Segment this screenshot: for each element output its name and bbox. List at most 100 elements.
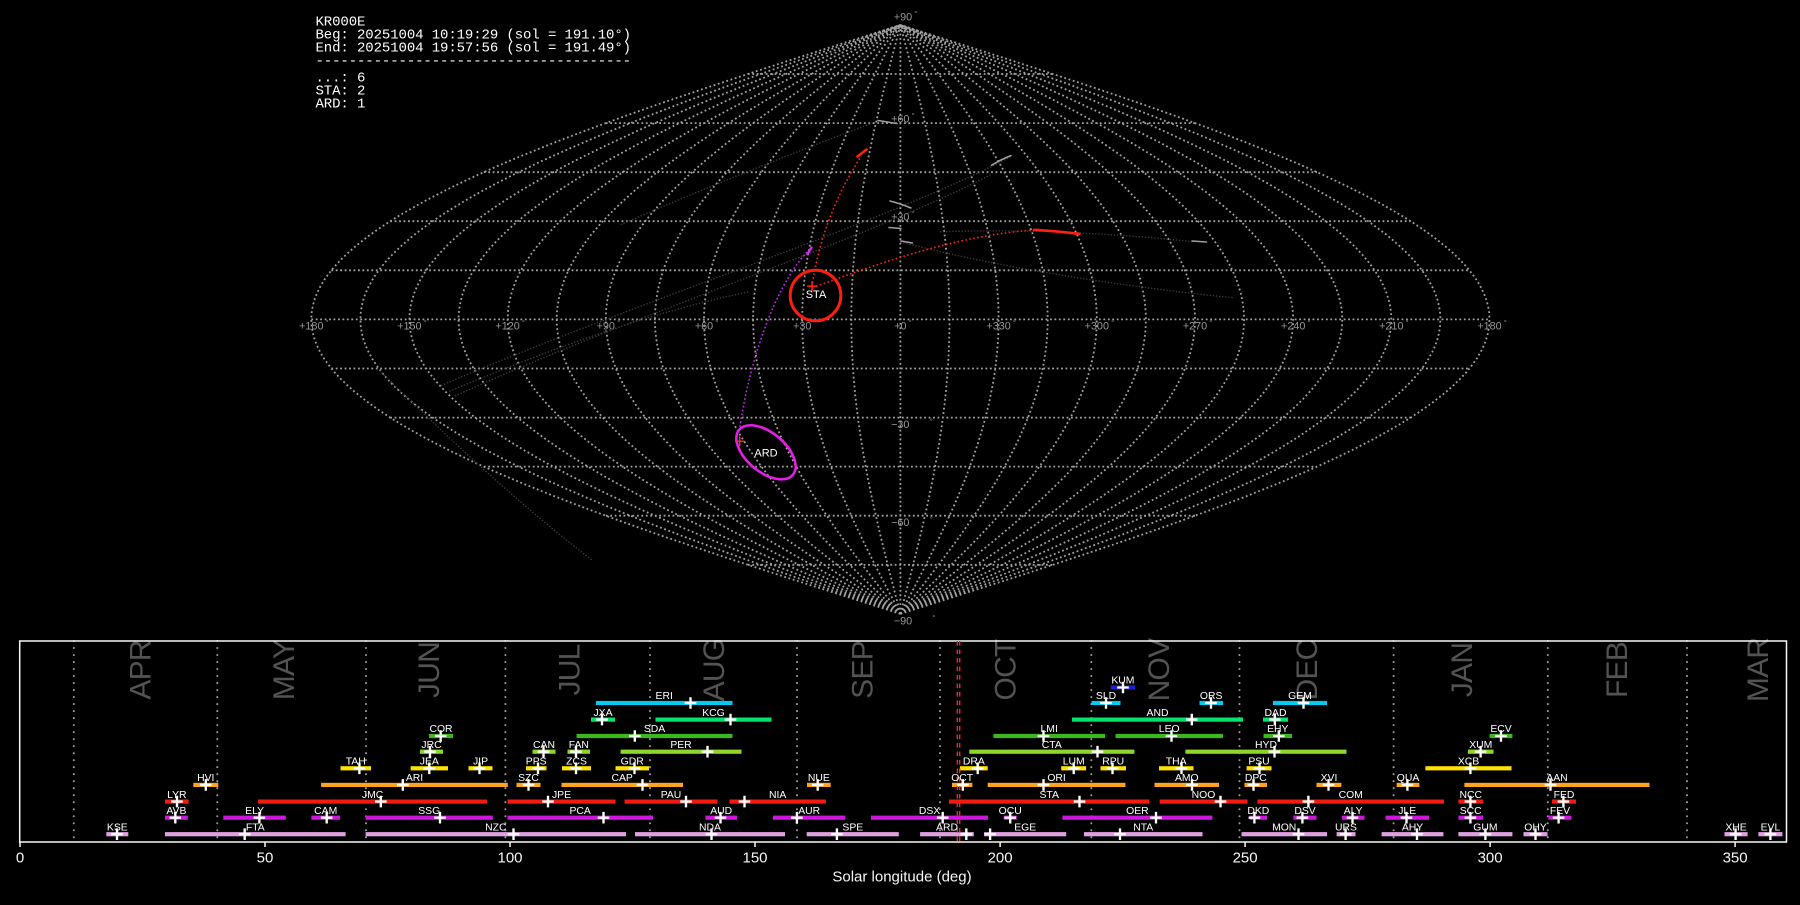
svg-text:+90: +90 (894, 12, 912, 24)
svg-text:+240: +240 (1281, 321, 1305, 333)
svg-text:ORS: ORS (1200, 691, 1223, 702)
svg-text:DKD: DKD (1247, 806, 1269, 817)
svg-text:°: ° (1406, 318, 1409, 327)
svg-text:PAU: PAU (661, 790, 682, 801)
svg-text:NZC: NZC (485, 822, 507, 833)
svg-text:MAR: MAR (1742, 638, 1775, 702)
svg-text:AUR: AUR (798, 806, 820, 817)
svg-text:ERI: ERI (656, 691, 673, 702)
svg-text:°: ° (930, 514, 933, 523)
svg-text:DSX: DSX (919, 806, 940, 817)
svg-text:CAM: CAM (314, 806, 337, 817)
svg-text:KSE: KSE (107, 822, 128, 833)
svg-text:AMO: AMO (1175, 773, 1199, 784)
svg-text:FAN: FAN (569, 740, 589, 751)
svg-text:JPE: JPE (552, 790, 571, 801)
svg-text:°: ° (424, 318, 427, 327)
svg-text:EHY: EHY (1267, 724, 1288, 735)
svg-text:NOV: NOV (1143, 638, 1176, 701)
svg-text:LEO: LEO (1159, 724, 1180, 735)
svg-text:OCT: OCT (951, 773, 974, 784)
svg-text:NOO: NOO (1192, 790, 1216, 801)
svg-text:MON: MON (1272, 822, 1296, 833)
svg-text:OER: OER (1126, 806, 1149, 817)
svg-text:CTA: CTA (1042, 740, 1062, 751)
svg-text:OHY: OHY (1524, 822, 1547, 833)
svg-text:0: 0 (16, 850, 24, 867)
svg-text:°: ° (522, 318, 525, 327)
svg-text:+150: +150 (397, 321, 421, 333)
svg-text:JMC: JMC (362, 790, 384, 801)
svg-text:JAN: JAN (1446, 643, 1479, 697)
svg-text:+330: +330 (986, 321, 1010, 333)
svg-text:EVL: EVL (1761, 822, 1781, 833)
svg-text:CAP: CAP (612, 773, 633, 784)
svg-text:FEB: FEB (1601, 642, 1634, 698)
svg-text:GDR: GDR (621, 757, 645, 768)
svg-text:150: 150 (742, 850, 767, 867)
svg-text:°: ° (1308, 318, 1311, 327)
svg-text:JIP: JIP (473, 757, 488, 768)
svg-text:LUM: LUM (1063, 757, 1085, 768)
svg-text:NUE: NUE (808, 773, 830, 784)
svg-text:+60: +60 (695, 321, 713, 333)
svg-text:°: ° (617, 318, 620, 327)
svg-text:°: ° (909, 318, 912, 327)
svg-text:LMI: LMI (1041, 724, 1058, 735)
svg-text:APR: APR (124, 640, 157, 699)
svg-text:AUG: AUG (698, 639, 731, 702)
svg-text:CAN: CAN (533, 740, 555, 751)
svg-text:SDA: SDA (644, 724, 665, 735)
svg-text:DSV: DSV (1294, 806, 1315, 817)
svg-text:250: 250 (1233, 850, 1258, 867)
svg-text:AUD: AUD (710, 806, 732, 817)
svg-text:200: 200 (988, 850, 1013, 867)
svg-text:Solar longitude (deg): Solar longitude (deg) (832, 869, 971, 886)
svg-text:TAH: TAH (346, 757, 366, 768)
svg-text:+210: +210 (1379, 321, 1403, 333)
svg-text:NDA: NDA (699, 822, 721, 833)
svg-text:+0: +0 (894, 321, 906, 333)
svg-text:°: ° (1209, 318, 1212, 327)
svg-text:ARD: ARD (936, 822, 958, 833)
svg-text:°: ° (914, 9, 917, 18)
svg-text:+30: +30 (891, 212, 909, 224)
svg-text:350: 350 (1723, 850, 1748, 867)
svg-text:NCC: NCC (1459, 790, 1482, 801)
svg-text:−90: −90 (894, 616, 912, 628)
svg-text:FEV: FEV (1550, 806, 1570, 817)
svg-text:FED: FED (1554, 790, 1575, 801)
svg-text:QUA: QUA (1397, 773, 1420, 784)
svg-text:DPC: DPC (1245, 773, 1267, 784)
svg-text:°: ° (912, 111, 915, 120)
svg-text:ELY: ELY (245, 806, 264, 817)
svg-text:GEM: GEM (1288, 691, 1312, 702)
svg-text:300: 300 (1478, 850, 1503, 867)
svg-text:+120: +120 (495, 321, 519, 333)
svg-text:ARD: ARD (754, 447, 777, 459)
svg-text:STA: STA (806, 289, 827, 301)
svg-text:+180: +180 (1477, 321, 1501, 333)
svg-text:+90: +90 (597, 321, 615, 333)
svg-text:AHY: AHY (1402, 822, 1423, 833)
svg-text:JRC: JRC (421, 740, 442, 751)
svg-text:URS: URS (1335, 822, 1357, 833)
svg-text:ECV: ECV (1490, 724, 1511, 735)
svg-text:NTA: NTA (1133, 822, 1153, 833)
svg-text:HYD: HYD (1255, 740, 1277, 751)
svg-text:OCT: OCT (990, 639, 1023, 700)
svg-text:°: ° (932, 613, 935, 622)
svg-text:MAY: MAY (268, 639, 301, 700)
svg-text:KUM: KUM (1111, 676, 1134, 687)
svg-text:100: 100 (497, 850, 522, 867)
svg-text:PPS: PPS (526, 757, 547, 768)
svg-text:°: ° (930, 416, 933, 425)
svg-text:+300: +300 (1085, 321, 1109, 333)
svg-text:PCA: PCA (570, 806, 591, 817)
svg-text:JXA: JXA (593, 708, 612, 719)
svg-text:COR: COR (429, 724, 453, 735)
svg-text:°: ° (326, 318, 329, 327)
svg-text:−60: −60 (891, 517, 909, 529)
svg-text:OCU: OCU (999, 806, 1022, 817)
svg-text:XVI: XVI (1321, 773, 1338, 784)
